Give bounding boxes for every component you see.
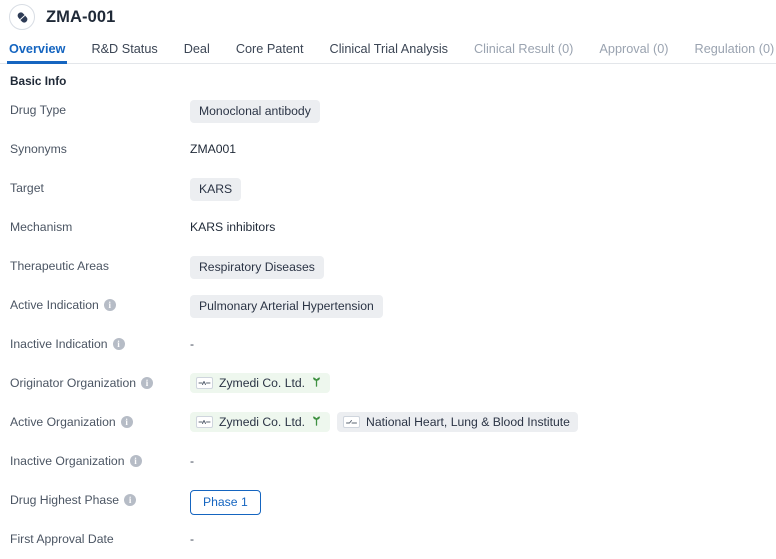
basic-info-table: Drug Type Monoclonal antibody Synonyms Z… [0,92,776,559]
label-text: Target [10,181,44,195]
value-synonyms: ZMA001 [190,131,776,156]
organization-name: Zymedi Co. Ltd. [219,415,306,429]
row-therapeutic-areas: Therapeutic Areas Respiratory Diseases [10,248,776,287]
row-drug-highest-phase: Drug Highest Phase i Phase 1 [10,482,776,521]
tab-clinical-trial-analysis[interactable]: Clinical Trial Analysis [330,42,448,63]
value-drug-highest-phase: Phase 1 [190,482,776,515]
value-mechanism: KARS inhibitors [190,209,776,234]
tab-rd-status[interactable]: R&D Status [91,42,157,63]
row-target: Target KARS [10,170,776,209]
value-originator-organization: Zymedi Co. Ltd. [190,365,776,393]
row-inactive-organization: Inactive Organization i - [10,443,776,482]
label-active-indication: Active Indication i [10,287,190,312]
row-synonyms: Synonyms ZMA001 [10,131,776,170]
info-icon[interactable]: i [112,338,125,350]
tab-approval[interactable]: Approval (0) [599,42,668,63]
text-first-approval-date: - [190,532,195,546]
label-therapeutic-areas: Therapeutic Areas [10,248,190,273]
sprout-icon [311,415,322,429]
row-first-approval-date: First Approval Date - [10,521,776,559]
tab-bar: Overview R&D Status Deal Core Patent Cli… [0,34,776,64]
tab-overview[interactable]: Overview [6,42,68,64]
info-icon[interactable]: i [103,299,116,311]
sprout-icon [311,376,322,390]
info-icon[interactable]: i [141,377,153,389]
info-icon[interactable]: i [120,416,133,428]
organization-name: Zymedi Co. Ltd. [219,376,306,390]
tag-organization-nhlbi[interactable]: National Heart, Lung & Blood Institute [337,412,578,432]
label-first-approval-date: First Approval Date [10,521,190,546]
organization-name: National Heart, Lung & Blood Institute [366,415,570,429]
row-mechanism: Mechanism KARS inhibitors [10,209,776,248]
page-title: ZMA-001 [46,7,116,26]
label-text: Synonyms [10,142,67,156]
tag-target[interactable]: KARS [190,178,242,201]
section-title-basic-info: Basic Info [10,74,67,88]
row-drug-type: Drug Type Monoclonal antibody [10,92,776,131]
label-originator-organization: Originator Organization i [10,365,190,390]
label-synonyms: Synonyms [10,131,190,156]
tag-drug-type[interactable]: Monoclonal antibody [190,100,320,123]
tab-clinical-result[interactable]: Clinical Result (0) [474,42,573,63]
label-text: Therapeutic Areas [10,259,109,273]
value-inactive-indication: - [190,326,776,351]
tab-deal[interactable]: Deal [184,42,210,63]
company-logo-icon [196,416,213,428]
row-active-indication: Active Indication i Pulmonary Arterial H… [10,287,776,326]
pill-capsule-icon [9,4,35,30]
label-target: Target [10,170,190,195]
row-originator-organization: Originator Organization i Zymedi Co. Ltd… [10,365,776,404]
label-text: Inactive Indication [10,337,108,351]
row-inactive-indication: Inactive Indication i - [10,326,776,365]
value-inactive-organization: - [190,443,776,468]
row-active-organization: Active Organization i Zymedi Co. Ltd. Na… [10,404,776,443]
label-drug-type: Drug Type [10,92,190,117]
page-header: ZMA-001 [0,0,776,34]
company-logo-icon [196,377,213,389]
company-logo-icon [343,416,361,428]
value-active-indication: Pulmonary Arterial Hypertension [190,287,776,318]
tab-core-patent[interactable]: Core Patent [236,42,304,63]
info-icon[interactable]: i [129,455,142,467]
label-text: Inactive Organization [10,454,125,468]
value-target: KARS [190,170,776,201]
label-text: Drug Type [10,103,67,117]
value-first-approval-date: - [190,521,776,546]
info-icon[interactable]: i [124,494,137,506]
text-synonyms: ZMA001 [190,142,237,156]
label-text: Active Indication [10,298,99,312]
tag-active-indication[interactable]: Pulmonary Arterial Hypertension [190,295,383,318]
label-inactive-indication: Inactive Indication i [10,326,190,351]
tag-organization-zymedi[interactable]: Zymedi Co. Ltd. [190,373,331,393]
tag-therapeutic-area[interactable]: Respiratory Diseases [190,256,324,279]
text-inactive-indication: - [190,337,195,351]
value-therapeutic-areas: Respiratory Diseases [190,248,776,279]
tab-regulation[interactable]: Regulation (0) [695,42,775,63]
label-drug-highest-phase: Drug Highest Phase i [10,482,190,507]
text-inactive-organization: - [190,454,195,468]
label-text: Originator Organization [10,376,136,390]
value-drug-type: Monoclonal antibody [190,92,776,123]
tag-organization-zymedi[interactable]: Zymedi Co. Ltd. [190,412,331,432]
label-text: Mechanism [10,220,73,234]
label-inactive-organization: Inactive Organization i [10,443,190,468]
phase-badge[interactable]: Phase 1 [190,490,261,515]
label-text: Drug Highest Phase [10,493,120,507]
value-active-organization: Zymedi Co. Ltd. National Heart, Lung & B… [190,404,776,432]
label-text: First Approval Date [10,532,114,546]
label-text: Active Organization [10,415,116,429]
label-mechanism: Mechanism [10,209,190,234]
text-mechanism: KARS inhibitors [190,220,276,234]
label-active-organization: Active Organization i [10,404,190,429]
